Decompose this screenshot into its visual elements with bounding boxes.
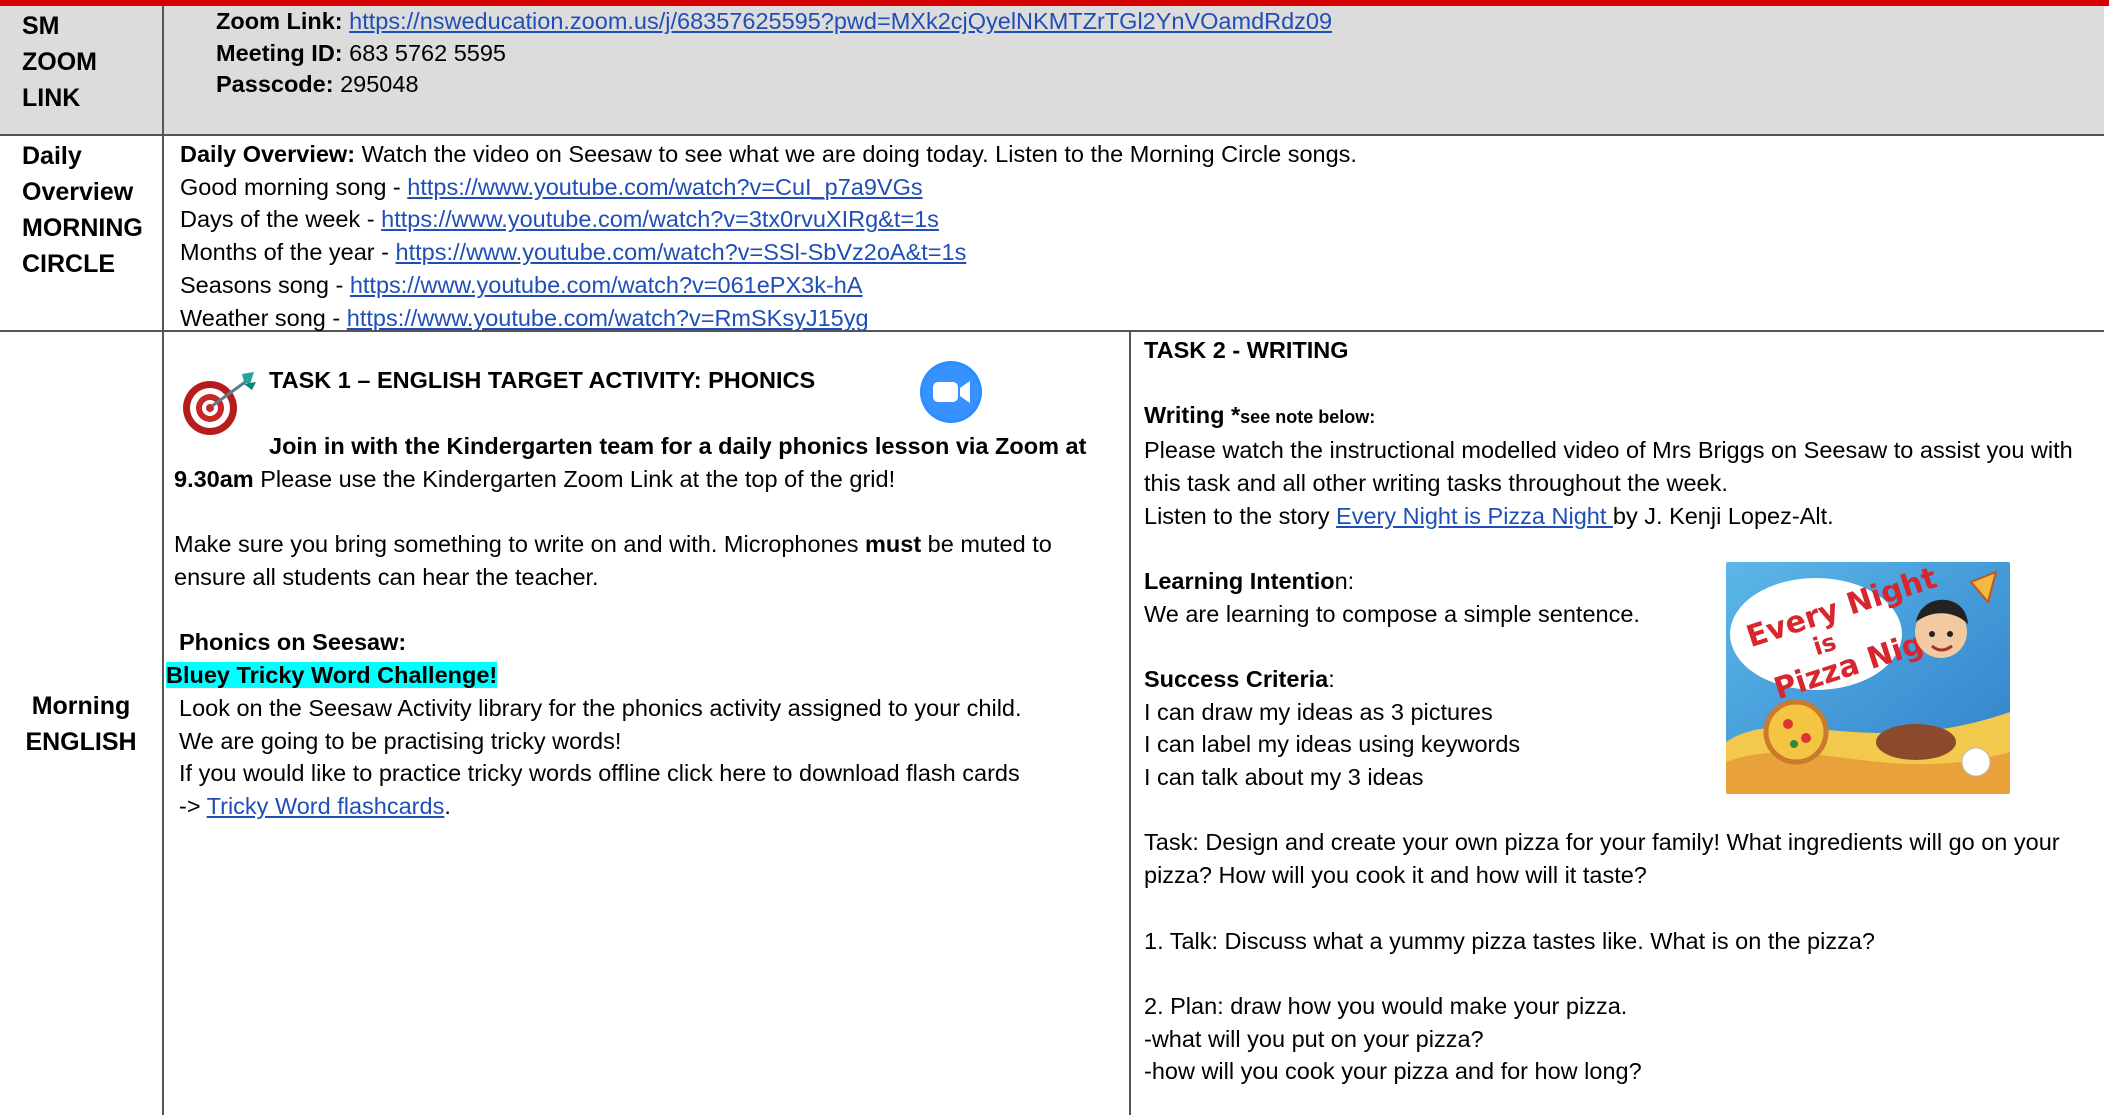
- zoom-link-row: SM ZOOM LINK Zoom Link: https://nsweduca…: [0, 6, 2104, 136]
- task2-title: TASK 2 - WRITING: [1144, 337, 1349, 363]
- meeting-id-line: Meeting ID: 683 5762 5595: [216, 38, 2104, 70]
- song-link[interactable]: https://www.youtube.com/watch?v=RmSKsyJ1…: [347, 305, 869, 331]
- writing-label: Writing *: [1144, 402, 1241, 429]
- story-link[interactable]: Every Night is Pizza Night: [1336, 503, 1613, 529]
- zoom-link[interactable]: https://nsweducation.zoom.us/j/683576255…: [349, 8, 1332, 34]
- success-criteria-label: Success Criteria: [1144, 665, 1329, 692]
- passcode-value: 295048: [340, 71, 419, 97]
- task1-time: 9.30am: [174, 465, 254, 492]
- label-line: ENGLISH: [25, 727, 137, 756]
- overview-line: Daily Overview: Watch the video on Seesa…: [180, 138, 2104, 171]
- row-label-daily: Daily Overview MORNING CIRCLE: [0, 136, 164, 330]
- zoom-details: Zoom Link: https://nsweducation.zoom.us/…: [164, 6, 2104, 134]
- label-line: Morning: [31, 691, 131, 720]
- label-line: Daily: [22, 142, 82, 170]
- step-plan-sub: -how will you cook your pizza and for ho…: [1144, 1058, 1642, 1085]
- passcode-label: Passcode:: [216, 71, 334, 97]
- row-label-zoom: SM ZOOM LINK: [0, 6, 164, 134]
- phonics-instructions: Look on the Seesaw Activity library for …: [179, 692, 1109, 823]
- song-line: Months of the year - https://www.youtube…: [180, 236, 2104, 269]
- step-plan: 2. Plan: draw how you would make your pi…: [1144, 992, 1628, 1019]
- overview-label: Daily Overview:: [180, 141, 356, 167]
- song-name: Seasons song -: [180, 271, 350, 298]
- story-line: Listen to the story Every Night is Pizza…: [1144, 500, 2104, 533]
- meeting-id-label: Meeting ID:: [216, 39, 343, 66]
- task1-join-text: Join in with the Kindergarten team for a…: [269, 433, 1087, 459]
- flashcards-link[interactable]: Tricky Word flashcards: [207, 793, 445, 819]
- step-talk: 1. Talk: Discuss what a yummy pizza tast…: [1144, 927, 1875, 954]
- task1-join-rest: Please use the Kindergarten Zoom Link at…: [253, 465, 896, 492]
- pizza-book-illustration: Every Night is Pizza Night: [1726, 562, 2010, 794]
- label-line: LINK: [22, 84, 81, 112]
- task1-microphone-paragraph: Make sure you bring something to write o…: [174, 528, 1089, 593]
- song-link[interactable]: https://www.youtube.com/watch?v=061ePX3k…: [350, 272, 863, 298]
- song-line: Days of the week - https://www.youtube.c…: [180, 203, 2104, 236]
- phonics-heading-line: Phonics on Seesaw:: [179, 626, 1109, 659]
- story-pre: Listen to the story: [1144, 502, 1337, 529]
- task1-join-paragraph: Join in with the Kindergarten team for a…: [174, 430, 1089, 495]
- book-cover-image: Every Night is Pizza Night: [1726, 562, 2010, 794]
- flashcard-line: -> Tricky Word flashcards.: [179, 790, 1109, 823]
- zoom-link-line: Zoom Link: https://nsweducation.zoom.us/…: [216, 6, 2104, 38]
- success-criteria-colon: :: [1328, 665, 1335, 692]
- period: .: [444, 793, 451, 820]
- label-line: SM: [22, 12, 60, 40]
- step-plan-sub: -what will you put on your pizza?: [1144, 1025, 1484, 1052]
- task1-title: TASK 1 – ENGLISH TARGET ACTIVITY: PHONIC…: [269, 367, 816, 393]
- label-line: ZOOM: [22, 48, 97, 76]
- task1-cell: TASK 1 – ENGLISH TARGET ACTIVITY: PHONIC…: [164, 332, 1131, 1115]
- label-line: MORNING: [22, 214, 143, 242]
- song-name: Months of the year -: [180, 239, 396, 266]
- phonics-line: We are going to be practising tricky wor…: [179, 727, 622, 754]
- row-label-morning: Morning ENGLISH: [0, 332, 164, 1115]
- mics-text: Make sure you bring something to write o…: [174, 531, 865, 557]
- writing-note: see note below:: [1240, 407, 1376, 428]
- daily-overview-row: Daily Overview MORNING CIRCLE Daily Over…: [0, 136, 2104, 332]
- phonics-line: If you would like to practice tricky wor…: [179, 760, 1020, 787]
- song-line: Good morning song - https://www.youtube.…: [180, 171, 2104, 204]
- bluey-challenge-highlight: Bluey Tricky Word Challenge!: [166, 662, 498, 688]
- phonics-line: Look on the Seesaw Activity library for …: [179, 695, 1022, 721]
- mics-bold: must: [865, 531, 922, 557]
- song-name: Days of the week -: [180, 206, 382, 233]
- song-link[interactable]: https://www.youtube.com/watch?v=3tx0rvuX…: [381, 206, 939, 232]
- story-author: by J. Kenji Lopez-Alt.: [1612, 502, 1834, 529]
- song-name: Weather song -: [180, 304, 347, 331]
- lesson-grid: SM ZOOM LINK Zoom Link: https://nsweduca…: [0, 6, 2104, 1115]
- song-link[interactable]: https://www.youtube.com/watch?v=CuI_p7a9…: [407, 174, 922, 200]
- overview-text: Watch the video on Seesaw to see what we…: [361, 141, 1357, 167]
- target-icon: [183, 372, 256, 435]
- morning-english-row: Morning ENGLISH TASK 1 – ENGLISH TARGET …: [0, 332, 2104, 1115]
- instruction-text: Please watch the instructional modelled …: [1144, 437, 2073, 496]
- passcode-line: Passcode: 295048: [216, 69, 2104, 101]
- song-link[interactable]: https://www.youtube.com/watch?v=SSl-SbVz…: [396, 239, 967, 265]
- task2-cell: TASK 2 - WRITING Writing *see note below…: [1131, 332, 2104, 1115]
- song-name: Good morning song -: [180, 173, 408, 200]
- daily-overview-content: Daily Overview: Watch the video on Seesa…: [164, 136, 2104, 331]
- writing-line: Writing *see note below:: [1144, 399, 2104, 434]
- song-line: Weather song - https://www.youtube.com/w…: [180, 302, 2104, 335]
- arrow-text: ->: [179, 793, 207, 820]
- task1-title-line: TASK 1 – ENGLISH TARGET ACTIVITY: PHONIC…: [269, 364, 1109, 397]
- task-description: Task: Design and create your own pizza f…: [1144, 829, 2060, 889]
- zoom-link-label: Zoom Link:: [216, 8, 343, 34]
- task2-title-line: TASK 2 - WRITING: [1144, 332, 2104, 367]
- song-line: Seasons song - https://www.youtube.com/w…: [180, 269, 2104, 302]
- meeting-id-value: 683 5762 5595: [349, 39, 506, 66]
- label-line: CIRCLE: [22, 250, 116, 278]
- label-line: Overview: [22, 178, 134, 206]
- learning-intention-suffix: n:: [1334, 567, 1355, 594]
- phonics-heading: Phonics on Seesaw:: [179, 629, 407, 655]
- highlight-line: Bluey Tricky Word Challenge!: [166, 659, 1109, 692]
- learning-intention-label: Learning Intentio: [1144, 567, 1335, 594]
